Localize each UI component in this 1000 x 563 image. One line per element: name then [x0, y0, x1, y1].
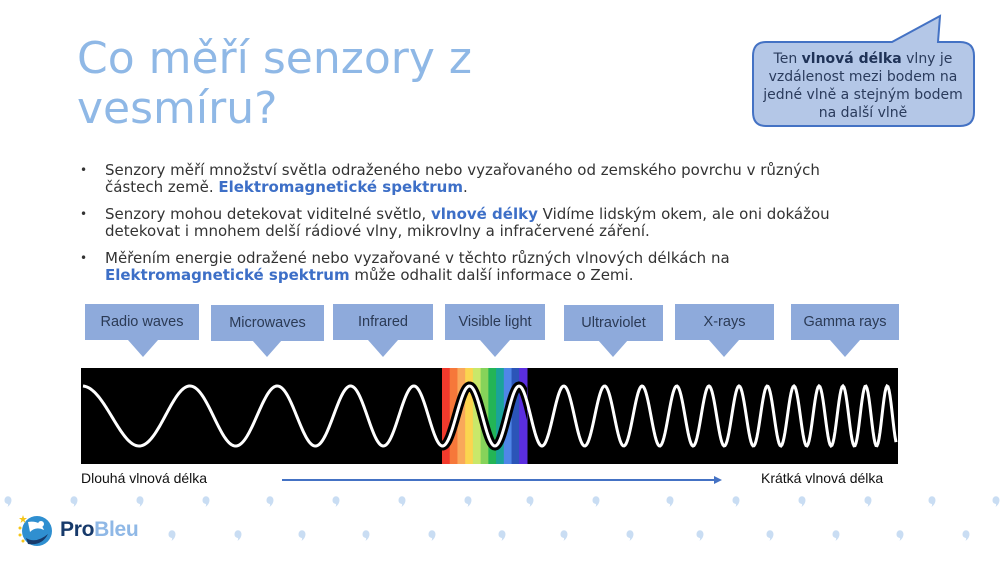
- callout-text: Ten vlnová délka vlny je vzdálenost mezi…: [760, 50, 966, 122]
- bullet-text: Měřením energie odražené nebo vyzařované…: [105, 249, 730, 267]
- bullet-icon: •: [80, 163, 88, 177]
- decorative-drop-icon: [298, 530, 306, 541]
- decorative-drop-icon: [666, 496, 674, 507]
- decorative-drop-icon: [398, 496, 406, 507]
- bullet-list: • Senzory měří množství světla odraženéh…: [80, 162, 880, 294]
- wavelength-callout: Ten vlnová délka vlny je vzdálenost mezi…: [752, 14, 976, 128]
- down-arrow-icon: [709, 334, 739, 357]
- decorative-drop-icon: [136, 496, 144, 507]
- decorative-drop-icon: [4, 496, 12, 507]
- decorative-drop-icon: [832, 530, 840, 541]
- decorative-drop-icon: [526, 496, 534, 507]
- decorative-drop-icon: [864, 496, 872, 507]
- bullet-item: • Měřením energie odražené nebo vyzařova…: [80, 250, 880, 284]
- bullet-text: Senzory mohou detekovat viditelné světlo…: [105, 205, 431, 223]
- logo-text: ProBleu: [60, 518, 139, 542]
- decorative-drop-icon: [70, 496, 78, 507]
- down-arrow-icon: [480, 334, 510, 357]
- decorative-drop-icon: [168, 530, 176, 541]
- decorative-drop-icon: [202, 496, 210, 507]
- decorative-drop-icon: [428, 530, 436, 541]
- decorative-drop-icon: [798, 496, 806, 507]
- bullet-item: • Senzory mohou detekovat viditelné svět…: [80, 206, 880, 240]
- decorative-drop-icon: [498, 530, 506, 541]
- decorative-drop-icon: [696, 530, 704, 541]
- decorative-drop-icon: [266, 496, 274, 507]
- decorative-drop-icon: [592, 496, 600, 507]
- decorative-drop-icon: [332, 496, 340, 507]
- down-arrow-icon: [830, 334, 860, 357]
- decorative-drop-icon: [560, 530, 568, 541]
- bullet-icon: •: [80, 207, 88, 221]
- wave-graphic: [82, 368, 898, 464]
- decorative-drop-icon: [928, 496, 936, 507]
- direction-arrow-icon: [282, 476, 722, 484]
- down-arrow-icon: [368, 334, 398, 357]
- bullet-text: .: [463, 178, 468, 196]
- highlight-term: Elektromagnetické spektrum: [218, 178, 463, 196]
- decorative-drop-icon: [962, 530, 970, 541]
- highlight-term: Elektromagnetické spektrum: [105, 266, 350, 284]
- decorative-drop-icon: [896, 530, 904, 541]
- decorative-dots: [4, 496, 1000, 541]
- long-wavelength-label: Dlouhá vlnová délka: [81, 470, 208, 486]
- callout-term: vlnová délka: [801, 51, 902, 67]
- logo-pro: Pro: [60, 518, 95, 541]
- decorative-drop-icon: [766, 530, 774, 541]
- decorative-drop-icon: [362, 530, 370, 541]
- bullet-icon: •: [80, 251, 88, 265]
- probleu-logo: ProBleu: [16, 512, 139, 548]
- decorative-drop-icon: [234, 530, 242, 541]
- decorative-drop-icon: [626, 530, 634, 541]
- callout-prefix: Ten: [773, 51, 802, 67]
- down-arrow-icon: [252, 334, 282, 357]
- short-wavelength-label: Krátká vlnová délka: [761, 470, 884, 486]
- decorative-drop-icon: [464, 496, 472, 507]
- logo-bleu: Bleu: [94, 518, 139, 541]
- slide-title: Co měří senzory z vesmíru?: [77, 33, 472, 134]
- highlight-term: vlnové délky: [430, 205, 538, 223]
- spectrum-strip: [81, 368, 898, 464]
- logo-icon: [18, 515, 52, 546]
- bullet-text: může odhalit další informace o Zemi.: [349, 266, 634, 284]
- decorative-drop-icon: [732, 496, 740, 507]
- bullet-item: • Senzory měří množství světla odraženéh…: [80, 162, 880, 196]
- down-arrow-icon: [598, 334, 628, 357]
- down-arrow-icon: [128, 334, 158, 357]
- decorative-drop-icon: [992, 496, 1000, 507]
